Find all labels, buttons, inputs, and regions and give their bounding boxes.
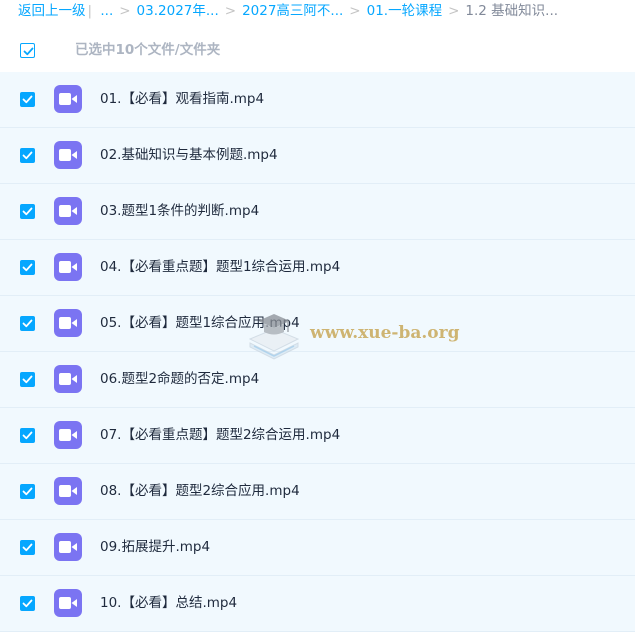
file-row[interactable]: 06.题型2命题的否定.mp4 (0, 352, 635, 408)
video-file-icon (54, 533, 82, 561)
check-icon (22, 487, 33, 496)
breadcrumb-item-2027[interactable]: 03.2027年... (137, 3, 219, 19)
file-checkbox[interactable] (20, 484, 35, 499)
file-row[interactable]: 04.【必看重点题】题型1综合运用.mp4 (0, 240, 635, 296)
file-checkbox[interactable] (20, 204, 35, 219)
file-checkbox[interactable] (20, 316, 35, 331)
check-icon (22, 319, 33, 328)
file-row[interactable]: 02.基础知识与基本例题.mp4 (0, 128, 635, 184)
check-icon (22, 207, 33, 216)
file-checkbox[interactable] (20, 596, 35, 611)
breadcrumb-separator-icon: > (224, 3, 237, 19)
check-icon (22, 431, 33, 440)
video-file-icon (54, 309, 82, 337)
check-icon (22, 375, 33, 384)
video-file-icon (54, 421, 82, 449)
file-row[interactable]: 08.【必看】题型2综合应用.mp4 (0, 464, 635, 520)
file-name[interactable]: 04.【必看重点题】题型1综合运用.mp4 (100, 240, 340, 295)
file-checkbox[interactable] (20, 260, 35, 275)
breadcrumb-separator-icon: > (448, 3, 460, 19)
file-name[interactable]: 10.【必看】总结.mp4 (100, 576, 237, 631)
file-row[interactable]: 01.【必看】观看指南.mp4 (0, 72, 635, 128)
file-row[interactable]: 07.【必看重点题】题型2综合运用.mp4 (0, 408, 635, 464)
breadcrumb-back-link[interactable]: 返回上一级 (18, 3, 86, 19)
file-name[interactable]: 02.基础知识与基本例题.mp4 (100, 128, 278, 183)
video-file-icon (54, 589, 82, 617)
file-name[interactable]: 08.【必看】题型2综合应用.mp4 (100, 464, 300, 519)
video-file-icon (54, 85, 82, 113)
file-checkbox[interactable] (20, 428, 35, 443)
file-row[interactable]: 05.【必看】题型1综合应用.mp4 (0, 296, 635, 352)
file-name[interactable]: 05.【必看】题型1综合应用.mp4 (100, 296, 300, 351)
selection-header: 已选中10个文件/文件夹 (0, 28, 635, 72)
check-icon (22, 263, 33, 272)
file-name[interactable]: 06.题型2命题的否定.mp4 (100, 352, 259, 407)
file-checkbox[interactable] (20, 92, 35, 107)
file-row[interactable]: 03.题型1条件的判断.mp4 (0, 184, 635, 240)
select-all-checkbox[interactable] (20, 43, 35, 58)
breadcrumb-item-course[interactable]: 2027高三阿不... (242, 3, 343, 19)
file-name[interactable]: 09.拓展提升.mp4 (100, 520, 210, 575)
video-file-icon (54, 477, 82, 505)
video-file-icon (54, 141, 82, 169)
breadcrumb-separator-icon: > (119, 3, 131, 19)
file-name[interactable]: 03.题型1条件的判断.mp4 (100, 184, 259, 239)
file-list: 01.【必看】观看指南.mp4 02.基础知识与基本例题.mp4 03.题型1条件的… (0, 72, 635, 632)
breadcrumb-current: 1.2 基础知识... (465, 3, 559, 19)
breadcrumb-item-lesson[interactable]: 01.一轮课程 (367, 3, 442, 19)
check-icon (22, 95, 33, 104)
file-checkbox[interactable] (20, 540, 35, 555)
file-checkbox[interactable] (20, 372, 35, 387)
video-file-icon (54, 253, 82, 281)
breadcrumb-item-ellipsis[interactable]: ... (100, 3, 113, 19)
file-checkbox[interactable] (20, 148, 35, 163)
check-icon (22, 599, 33, 608)
file-name[interactable]: 07.【必看重点题】题型2综合运用.mp4 (100, 408, 340, 463)
file-row[interactable]: 09.拓展提升.mp4 (0, 520, 635, 576)
video-file-icon (54, 197, 82, 225)
file-name[interactable]: 01.【必看】观看指南.mp4 (100, 72, 264, 127)
check-icon (23, 47, 34, 56)
selection-count-label: 已选中10个文件/文件夹 (75, 42, 221, 58)
breadcrumb-separator-icon: > (349, 3, 361, 19)
breadcrumb-divider: | (87, 3, 93, 19)
check-icon (22, 543, 33, 552)
check-icon (22, 151, 33, 160)
breadcrumb: 返回上一级 | ... >03.2027年... >2027高三阿不... >01.一轮… (18, 0, 558, 22)
file-row[interactable]: 10.【必看】总结.mp4 (0, 576, 635, 632)
video-file-icon (54, 365, 82, 393)
